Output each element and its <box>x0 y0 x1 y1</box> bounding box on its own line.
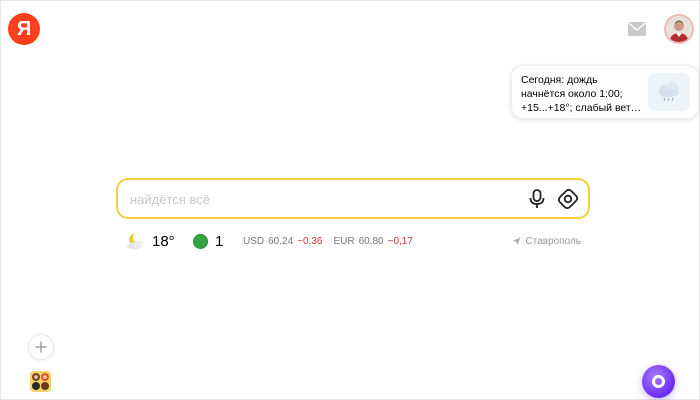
current-weather[interactable]: 18° <box>125 230 175 252</box>
rate-change: −0,36 <box>297 235 323 247</box>
rate-usd[interactable]: USD 60.24 −0,36 <box>243 236 322 247</box>
temperature: 18° <box>152 232 175 250</box>
rate-value: 60.80 <box>358 235 384 247</box>
camera-search-icon[interactable] <box>557 188 579 210</box>
weather-forecast-card[interactable]: Сегодня: дождь начнётся около 1:00; +15.… <box>511 65 699 119</box>
traffic-light-icon <box>193 233 208 249</box>
avatar[interactable] <box>664 14 694 44</box>
search-input[interactable] <box>130 189 520 209</box>
rain-cloud-icon <box>648 73 690 111</box>
yandex-logo[interactable]: Я <box>8 13 40 45</box>
moon-cloud-icon <box>127 233 143 250</box>
avatar-image <box>666 16 692 42</box>
page: Я Сегодня: дождь начнётся около 1:00; +1… <box>0 0 700 400</box>
currency-rates: USD 60.24 −0,36 EUR 60.80 −0,17 <box>243 230 424 252</box>
rate-value: 60.24 <box>268 235 294 247</box>
info-row: 18° 1 USD 60.24 −0,36 EUR 60.80 −0,17 Ст… <box>125 230 585 252</box>
location-arrow-icon <box>511 236 521 246</box>
plus-icon <box>35 341 47 353</box>
rate-code: EUR <box>333 235 355 247</box>
microphone-icon[interactable] <box>527 188 547 210</box>
rate-eur[interactable]: EUR 60.80 −0,17 <box>333 236 412 247</box>
traffic-widget[interactable]: 1 <box>193 230 223 252</box>
weather-forecast-text: Сегодня: дождь начнётся около 1:00; +15.… <box>521 73 645 115</box>
location-name: Ставрополь <box>525 235 582 247</box>
weather-line-3: +15...+18°; слабый вете… <box>521 102 645 114</box>
logo-letter: Я <box>16 17 32 40</box>
alice-assistant-button[interactable] <box>642 365 675 398</box>
apps-grid-icon[interactable] <box>30 371 51 392</box>
alice-icon <box>652 375 665 388</box>
weather-line-2: начнётся около 1:00; <box>521 88 623 100</box>
mail-icon[interactable] <box>626 18 648 40</box>
traffic-score: 1 <box>215 232 224 250</box>
weather-line-1: Сегодня: дождь <box>521 74 598 86</box>
search-box <box>116 178 590 219</box>
location-link[interactable]: Ставрополь <box>511 230 582 252</box>
add-button[interactable] <box>28 334 54 360</box>
rate-change: −0,17 <box>387 235 413 247</box>
rate-code: USD <box>243 235 265 247</box>
